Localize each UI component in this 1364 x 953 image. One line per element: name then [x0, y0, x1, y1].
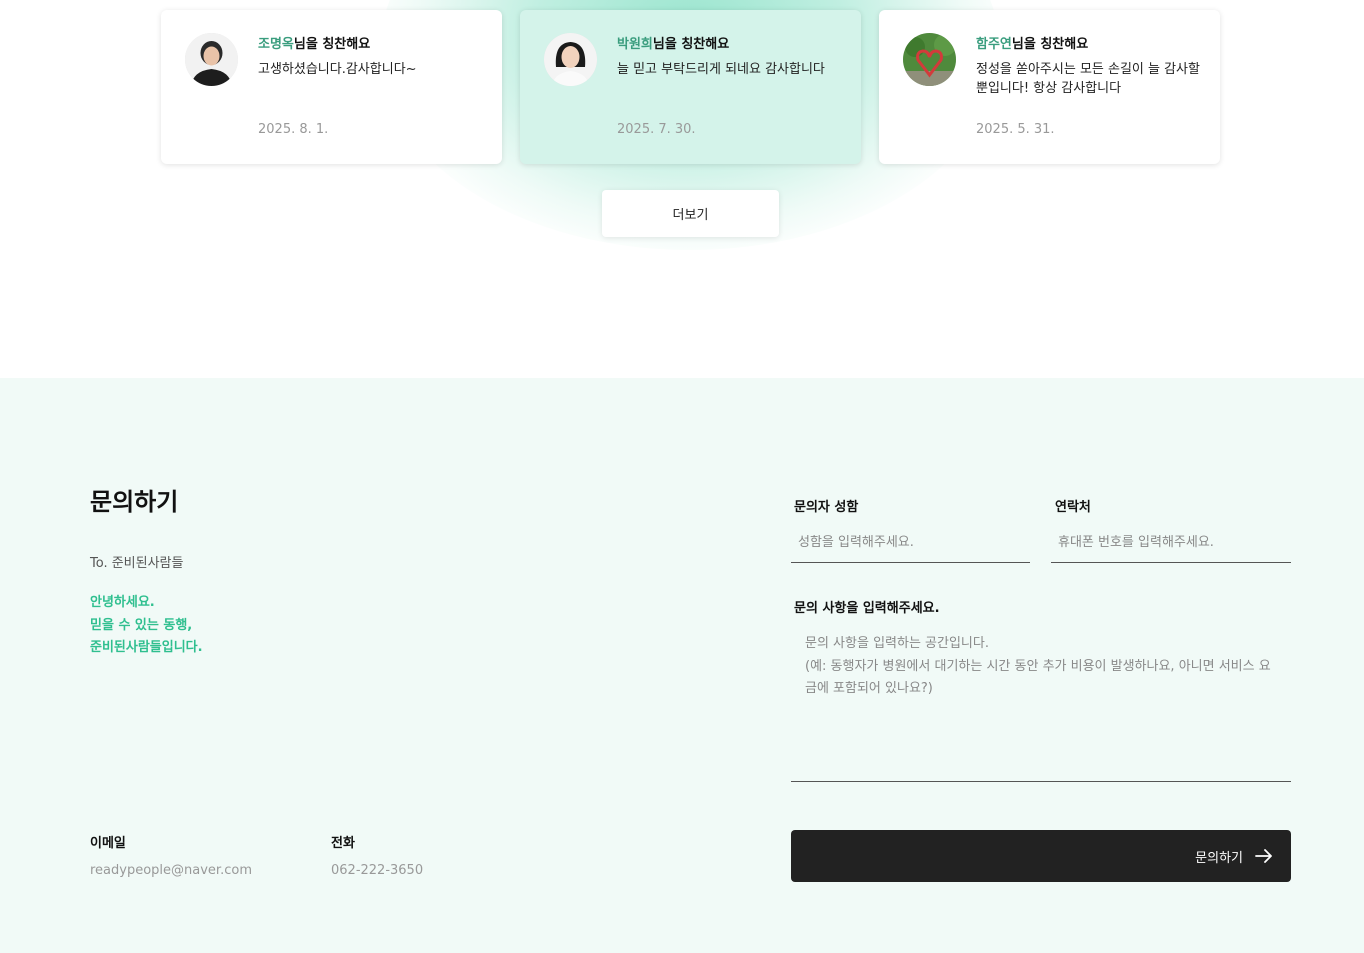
name-input[interactable]: [791, 523, 1030, 563]
review-date: 2025. 5. 31.: [976, 122, 1055, 137]
phone-value[interactable]: 062-222-3650: [331, 863, 423, 878]
submit-button[interactable]: 문의하기: [791, 830, 1291, 882]
review-date: 2025. 7. 30.: [617, 122, 696, 137]
review-card[interactable]: 함주연님을 칭찬해요 정성을 쏟아주시는 모든 손길이 늘 감사할 뿐입니다! …: [879, 10, 1220, 164]
review-title: 조명옥님을 칭찬해요: [258, 33, 370, 52]
greeting-line: 믿을 수 있는 동행,: [90, 617, 193, 633]
review-title: 함주연님을 칭찬해요: [976, 33, 1088, 52]
avatar: [903, 33, 956, 86]
review-message: 정성을 쏟아주시는 모든 손길이 늘 감사할 뿐입니다! 항상 감사합니다: [976, 62, 1200, 96]
contact-section: 문의하기 To. 준비된사람들 안녕하세요. 믿을 수 있는 동행, 준비된사람…: [0, 378, 1364, 953]
review-title-suffix: 님을 칭찬해요: [1011, 37, 1089, 52]
review-cards: 조명옥님을 칭찬해요 고생하셨습니다.감사합니다~ 2025. 8. 1. 박원…: [161, 10, 1220, 164]
message-field-label: 문의 사항을 입력해주세요.: [794, 601, 940, 616]
phone-label: 전화: [331, 836, 355, 851]
reviewer-name: 박원희: [617, 37, 653, 52]
avatar: [544, 33, 597, 86]
submit-button-label: 문의하기: [1195, 850, 1243, 866]
review-title: 박원희님을 칭찬해요: [617, 33, 729, 52]
contact-greeting: 안녕하세요. 믿을 수 있는 동행, 준비된사람들입니다.: [90, 592, 203, 660]
avatar: [185, 33, 238, 86]
review-message: 늘 믿고 부탁드리게 되네요 감사합니다: [617, 62, 825, 77]
review-card[interactable]: 박원희님을 칭찬해요 늘 믿고 부탁드리게 되네요 감사합니다 2025. 7.…: [520, 10, 861, 164]
review-card[interactable]: 조명옥님을 칭찬해요 고생하셨습니다.감사합니다~ 2025. 8. 1.: [161, 10, 502, 164]
review-title-suffix: 님을 칭찬해요: [293, 37, 371, 52]
email-value[interactable]: readypeople@naver.com: [90, 863, 252, 878]
reviewer-name: 조명옥: [258, 37, 294, 52]
review-title-suffix: 님을 칭찬해요: [652, 37, 730, 52]
name-field-label: 문의자 성함: [794, 500, 859, 515]
review-date: 2025. 8. 1.: [258, 122, 329, 137]
contact-title: 문의하기: [90, 488, 179, 516]
review-message: 고생하셨습니다.감사합니다~: [258, 62, 417, 77]
greeting-line: 안녕하세요.: [90, 595, 155, 610]
contact-recipient: To. 준비된사람들: [90, 556, 184, 571]
message-textarea[interactable]: [791, 623, 1291, 782]
arrow-right-icon: [1255, 849, 1273, 863]
phone-field-label: 연락처: [1055, 500, 1091, 515]
greeting-line: 준비된사람들입니다.: [90, 640, 203, 655]
email-label: 이메일: [90, 836, 126, 851]
phone-input[interactable]: [1051, 523, 1291, 563]
reviewer-name: 함주연: [976, 37, 1012, 52]
more-button[interactable]: 더보기: [602, 190, 779, 237]
